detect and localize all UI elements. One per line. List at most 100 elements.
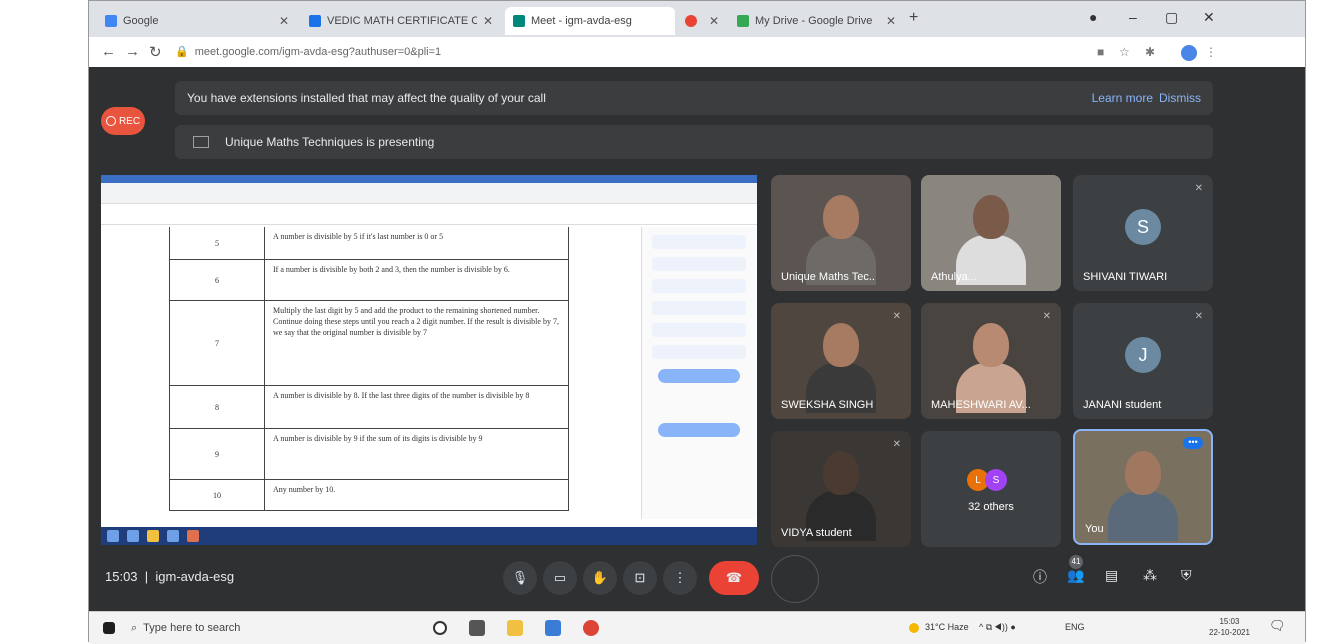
row-text: If a number is divisible by both 2 and 3… xyxy=(273,265,510,274)
clock-date: 22-10-2021 xyxy=(1209,628,1250,637)
host-controls-icon[interactable]: ⛨ xyxy=(1181,567,1192,584)
title-strip xyxy=(101,175,757,183)
weather-icon xyxy=(909,623,919,633)
chrome-icon[interactable] xyxy=(583,620,599,636)
profile-dot-icon[interactable]: ● xyxy=(1089,9,1097,25)
back-arrow-icon[interactable]: ← xyxy=(101,43,116,60)
hand-icon: ✋ xyxy=(591,570,609,585)
participant-tile[interactable]: ✕ VIDYA student xyxy=(771,431,911,547)
maximize-button[interactable]: ▢ xyxy=(1165,9,1178,26)
panel-item[interactable] xyxy=(652,301,746,315)
record-icon xyxy=(685,15,697,27)
present-button[interactable]: ⊡ xyxy=(623,561,657,595)
language-indicator[interactable]: ENG xyxy=(1065,622,1085,632)
shared-taskbar xyxy=(101,527,757,545)
tab-label: My Drive - Google Drive xyxy=(755,15,873,27)
close-icon[interactable]: ✕ xyxy=(279,14,289,28)
panel-item[interactable] xyxy=(652,235,746,249)
panel-item[interactable] xyxy=(652,323,746,337)
panel-button[interactable] xyxy=(658,369,740,383)
doc-icon xyxy=(309,15,321,27)
avatar[interactable] xyxy=(1181,45,1197,61)
minimize-button[interactable]: – xyxy=(1129,9,1137,25)
folder-icon[interactable] xyxy=(507,620,523,636)
tab-google[interactable]: Google ✕ xyxy=(97,7,297,35)
tab-label: VEDIC MATH CERTIFICATE COU xyxy=(327,15,477,27)
panel-button[interactable] xyxy=(658,423,740,437)
row-text: A number is divisible by 8. If the last … xyxy=(273,391,530,400)
more-options-icon[interactable]: ••• xyxy=(1183,437,1203,449)
chat-icon[interactable]: ▤ xyxy=(1105,567,1118,584)
meeting-time: 15:03 xyxy=(105,569,138,584)
video-face xyxy=(823,451,859,495)
browser-icon xyxy=(127,530,139,542)
google-icon xyxy=(105,15,117,27)
lock-icon: 🔒 xyxy=(175,46,189,58)
close-icon[interactable]: ✕ xyxy=(709,14,719,28)
close-icon[interactable]: ✕ xyxy=(483,14,493,28)
panel-item[interactable] xyxy=(652,279,746,293)
camera-icon: ▭ xyxy=(553,570,567,585)
clock-time: 15:03 xyxy=(1219,617,1240,626)
participant-name: SHIVANI TIWARI xyxy=(1083,271,1168,283)
participant-tile[interactable]: ✕ J JANANI student xyxy=(1073,303,1213,419)
tab-vedic-math[interactable]: VEDIC MATH CERTIFICATE COU ✕ xyxy=(301,7,501,35)
camera-button[interactable]: ▭ xyxy=(543,561,577,595)
window-close-button[interactable]: ✕ xyxy=(1203,9,1215,26)
url-field[interactable]: 🔒 meet.google.com/igm-avda-esg?authuser=0… xyxy=(175,43,1035,61)
star-icon[interactable]: ☆ xyxy=(1119,45,1130,59)
end-call-button[interactable]: ☎ xyxy=(709,561,759,595)
tab-label: Google xyxy=(123,15,159,27)
participant-name: 32 others xyxy=(968,501,1014,513)
extensions-icon[interactable]: ✱ xyxy=(1145,45,1155,59)
panel-item[interactable] xyxy=(652,345,746,359)
windows-start-icon[interactable] xyxy=(103,622,115,634)
participant-tile[interactable]: Athulya... xyxy=(921,175,1061,291)
tab-drive[interactable]: My Drive - Google Drive ✕ xyxy=(729,7,904,35)
extra-control-button[interactable] xyxy=(771,555,819,603)
participant-tile[interactable]: Unique Maths Tec.. xyxy=(771,175,911,291)
os-search-box[interactable]: ⌕ Type here to search xyxy=(131,618,381,638)
tray-icons[interactable]: ^ ⧉ ◀)) ● xyxy=(979,622,1016,633)
system-clock[interactable]: 15:03 22-10-2021 xyxy=(1209,616,1250,638)
camera-icon[interactable]: ■ xyxy=(1097,45,1104,59)
learn-more-link[interactable]: Learn more xyxy=(1092,91,1153,105)
notification-icon[interactable]: 🗨 xyxy=(1269,618,1286,634)
forward-arrow-icon[interactable]: → xyxy=(125,43,140,60)
presenting-bar: Unique Maths Techniques is presenting xyxy=(175,125,1213,159)
participant-tile[interactable]: ✕ MAHESHWARI AV... xyxy=(921,303,1061,419)
present-screen-icon xyxy=(193,136,209,148)
people-icon[interactable]: 👥 xyxy=(1067,567,1084,584)
others-tile[interactable]: L S 32 others xyxy=(921,431,1061,547)
rec-label: REC xyxy=(118,115,141,127)
table-row: 8 A number is divisible by 8. If the las… xyxy=(169,386,569,429)
participant-tile[interactable]: ✕ SWEKSHA SINGH xyxy=(771,303,911,419)
new-tab-button[interactable]: + xyxy=(909,9,918,27)
meeting-code: igm-avda-esg xyxy=(155,569,235,584)
menu-dots-icon[interactable]: ⋮ xyxy=(1205,45,1217,59)
participant-tile[interactable]: ✕ S SHIVANI TIWARI xyxy=(1073,175,1213,291)
panel-item[interactable] xyxy=(652,257,746,271)
task-view-icon[interactable] xyxy=(469,620,485,636)
participant-name: MAHESHWARI AV... xyxy=(931,399,1031,411)
activities-icon[interactable]: ⁂ xyxy=(1143,567,1157,584)
mic-off-icon: ✕ xyxy=(892,311,901,322)
tab-meet[interactable]: Meet - igm-avda-esg xyxy=(505,7,675,35)
store-icon[interactable] xyxy=(545,620,561,636)
windows-icon xyxy=(107,530,119,542)
reload-icon[interactable]: ↻ xyxy=(149,43,162,61)
close-icon[interactable]: ✕ xyxy=(886,14,896,28)
shared-screen: 5 A number is divisible by 5 if it's las… xyxy=(101,175,757,545)
rec-indicator: REC xyxy=(101,107,145,135)
cortana-icon[interactable] xyxy=(433,621,447,635)
info-icon[interactable]: ⓘ xyxy=(1033,567,1047,587)
self-view-tile[interactable]: ••• You xyxy=(1073,429,1213,545)
video-face xyxy=(1125,451,1161,495)
mic-button[interactable]: 🎙 xyxy=(503,561,537,595)
raise-hand-button[interactable]: ✋ xyxy=(583,561,617,595)
more-options-button[interactable]: ⋮ xyxy=(663,561,697,595)
app-menu-strip xyxy=(101,183,757,204)
dismiss-button[interactable]: Dismiss xyxy=(1159,91,1201,105)
divisibility-table: 5 A number is divisible by 5 if it's las… xyxy=(169,227,569,519)
tab-recording[interactable]: ✕ xyxy=(677,7,727,35)
